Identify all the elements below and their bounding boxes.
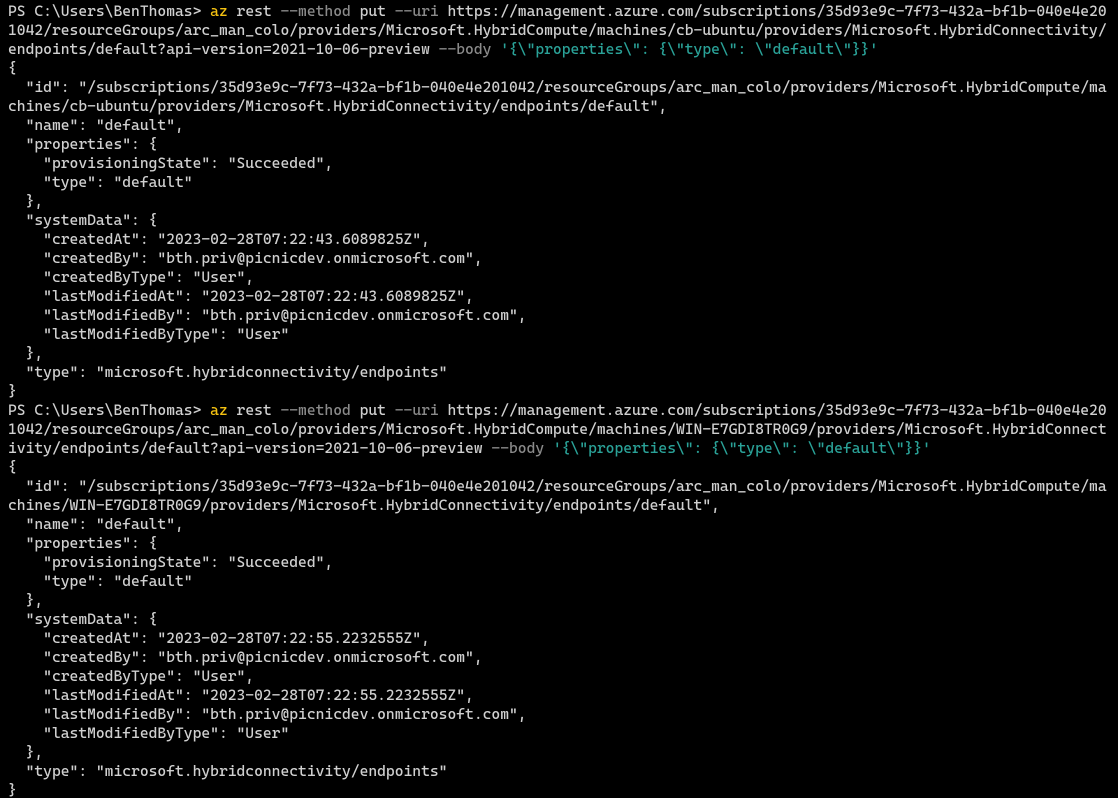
method-value: put	[351, 2, 395, 20]
az-command: az	[210, 2, 228, 20]
ps-prompt: PS C:\Users\BenThomas>	[8, 2, 210, 20]
command-block-2: PS C:\Users\BenThomas> az rest --method …	[8, 401, 1107, 457]
method-flag: --method	[280, 401, 350, 419]
method-flag: --method	[280, 2, 350, 20]
command-block-1: PS C:\Users\BenThomas> az rest --method …	[8, 2, 1107, 58]
az-subcommand: rest	[228, 401, 281, 419]
uri-flag: --uri	[395, 401, 439, 419]
json-output-2: { "id": "/subscriptions/35d93e9c-7f73-43…	[8, 458, 1107, 798]
method-value: put	[351, 401, 395, 419]
az-command: az	[210, 401, 228, 419]
body-flag: --body	[491, 439, 544, 457]
terminal-output[interactable]: PS C:\Users\BenThomas> az rest --method …	[0, 0, 1118, 798]
ps-prompt: PS C:\Users\BenThomas>	[8, 401, 210, 419]
json-output-1: { "id": "/subscriptions/35d93e9c-7f73-43…	[8, 59, 1107, 400]
az-subcommand: rest	[228, 2, 281, 20]
uri-flag: --uri	[395, 2, 439, 20]
body-value: '{\"properties\": {\"type\": \"default\"…	[491, 40, 878, 58]
body-value: '{\"properties\": {\"type\": \"default\"…	[544, 439, 931, 457]
body-flag: --body	[439, 40, 492, 58]
